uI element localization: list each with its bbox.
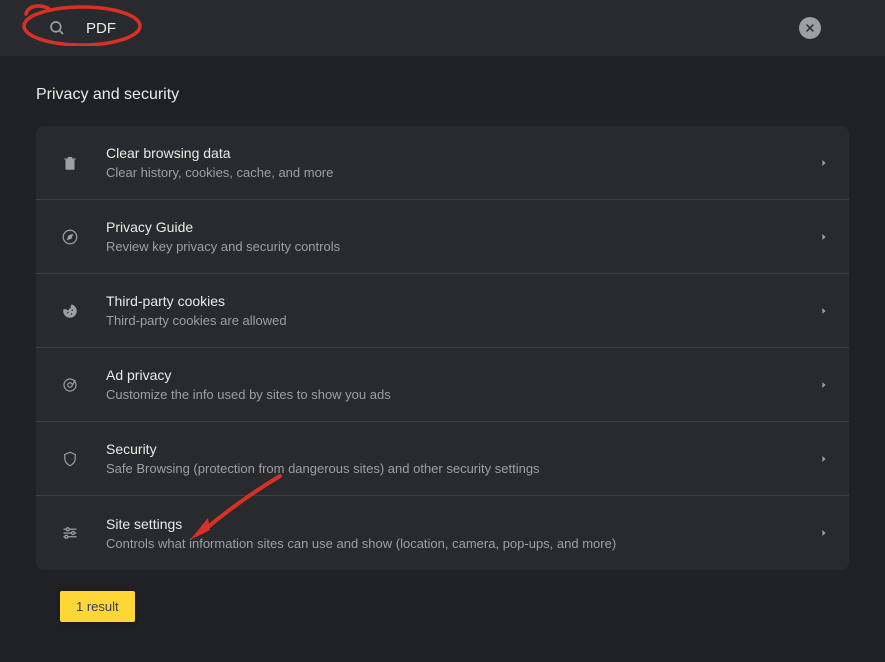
search-input[interactable]: [86, 20, 799, 37]
row-third-party-cookies[interactable]: Third-party cookies Third-party cookies …: [36, 274, 849, 348]
row-title: Clear browsing data: [106, 145, 819, 161]
row-security[interactable]: Security Safe Browsing (protection from …: [36, 422, 849, 496]
clear-search-button[interactable]: [799, 17, 821, 39]
row-clear-browsing-data[interactable]: Clear browsing data Clear history, cooki…: [36, 126, 849, 200]
row-subtitle: Controls what information sites can use …: [106, 536, 819, 551]
row-title: Security: [106, 441, 819, 457]
search-bar: [0, 0, 885, 56]
chevron-right-icon: [819, 232, 829, 242]
cookie-icon: [60, 301, 80, 321]
chevron-right-icon: [819, 306, 829, 316]
row-subtitle: Third-party cookies are allowed: [106, 313, 819, 328]
chevron-right-icon: [819, 380, 829, 390]
search-icon: [48, 19, 66, 37]
compass-icon: [60, 227, 80, 247]
chevron-right-icon: [819, 158, 829, 168]
chevron-right-icon: [819, 528, 829, 538]
settings-list: Clear browsing data Clear history, cooki…: [36, 126, 849, 570]
row-ad-privacy[interactable]: Ad privacy Customize the info used by si…: [36, 348, 849, 422]
row-subtitle: Safe Browsing (protection from dangerous…: [106, 461, 819, 476]
row-subtitle: Customize the info used by sites to show…: [106, 387, 819, 402]
sliders-icon: [60, 523, 80, 543]
row-title: Privacy Guide: [106, 219, 819, 235]
row-privacy-guide[interactable]: Privacy Guide Review key privacy and sec…: [36, 200, 849, 274]
section-title: Privacy and security: [36, 86, 849, 104]
row-title: Ad privacy: [106, 367, 819, 383]
row-subtitle: Clear history, cookies, cache, and more: [106, 165, 819, 180]
ad-privacy-icon: [60, 375, 80, 395]
chevron-right-icon: [819, 454, 829, 464]
trash-icon: [60, 153, 80, 173]
shield-icon: [60, 449, 80, 469]
row-subtitle: Review key privacy and security controls: [106, 239, 819, 254]
row-title: Site settings: [106, 516, 819, 532]
row-site-settings[interactable]: Site settings Controls what information …: [36, 496, 849, 570]
search-result-badge: 1 result: [60, 591, 135, 622]
row-title: Third-party cookies: [106, 293, 819, 309]
